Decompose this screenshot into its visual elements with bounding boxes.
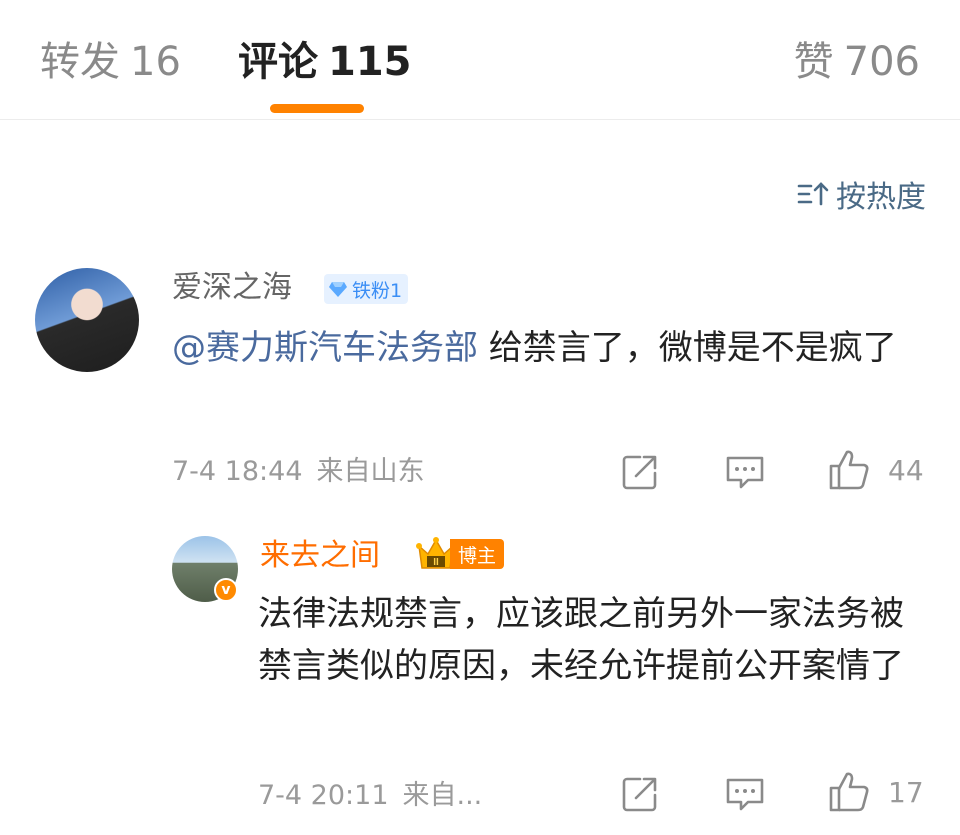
tab-reposts[interactable]: 转发 16 bbox=[40, 38, 181, 86]
thumbs-up-icon bbox=[829, 450, 869, 490]
diamond-icon bbox=[329, 282, 347, 297]
sort-label: 按热度 bbox=[836, 180, 926, 215]
reply-comment-button[interactable] bbox=[724, 774, 766, 814]
reply-source: 来自... bbox=[402, 780, 483, 811]
tab-likes[interactable]: 赞 706 bbox=[794, 38, 920, 86]
tab-comments[interactable]: 评论 115 bbox=[238, 38, 412, 86]
fan-badge-label: 铁粉1 bbox=[352, 279, 403, 302]
tab-reposts-label: 转发 bbox=[40, 39, 120, 85]
mention-link[interactable]: @赛力斯汽车法务部 bbox=[172, 328, 478, 368]
reply-like-count: 17 bbox=[888, 775, 924, 809]
reply-text: 法律法规禁言，应该跟之前另外一家法务被禁言类似的原因，未经允许提前公开案情了 bbox=[258, 594, 904, 686]
share-icon bbox=[622, 777, 657, 812]
sort-icon bbox=[797, 182, 829, 206]
avatar[interactable] bbox=[35, 268, 139, 372]
reply-meta: 7-4 20:11 来自... bbox=[258, 778, 482, 814]
fan-badge[interactable]: 铁粉1 bbox=[324, 274, 409, 304]
comment-source: 来自山东 bbox=[316, 456, 425, 487]
share-icon bbox=[622, 455, 657, 490]
tab-likes-count: 706 bbox=[843, 39, 920, 85]
like-count: 44 bbox=[888, 453, 924, 487]
tab-reposts-count: 16 bbox=[130, 39, 181, 85]
verified-badge: v bbox=[214, 578, 238, 602]
sort-by-hot-button[interactable]: 按热度 bbox=[796, 172, 926, 216]
thumbs-up-icon bbox=[829, 772, 869, 812]
crown-level: II bbox=[433, 557, 439, 568]
comment-username[interactable]: 爱深之海 bbox=[172, 268, 292, 308]
reply-button[interactable] bbox=[724, 452, 766, 492]
reply-share-button[interactable] bbox=[620, 774, 660, 814]
active-tab-indicator bbox=[270, 104, 364, 113]
comment-meta: 7-4 18:44 来自山东 bbox=[172, 454, 425, 490]
reply-like-button[interactable]: 17 bbox=[828, 770, 924, 814]
tab-likes-label: 赞 bbox=[793, 39, 834, 85]
reply-username[interactable]: 来去之间 bbox=[260, 536, 380, 576]
reply-time: 7-4 20:11 bbox=[258, 780, 389, 811]
tab-comments-count: 115 bbox=[328, 39, 412, 85]
like-button[interactable]: 44 bbox=[828, 448, 924, 492]
comment-icon bbox=[726, 778, 764, 811]
blogger-badge[interactable]: II 博主 bbox=[416, 537, 505, 570]
tab-comments-label: 评论 bbox=[238, 39, 318, 85]
comment-body: 给禁言了，微博是不是疯了 bbox=[478, 328, 897, 368]
comment-text: @赛力斯汽车法务部 给禁言了，微博是不是疯了 bbox=[172, 322, 932, 374]
comment-time: 7-4 18:44 bbox=[172, 456, 303, 487]
blogger-badge-label: 博主 bbox=[450, 539, 505, 569]
tab-bar: 转发 16 评论 115 赞 706 bbox=[0, 0, 960, 120]
share-button[interactable] bbox=[620, 452, 660, 492]
comment-icon bbox=[726, 456, 764, 489]
